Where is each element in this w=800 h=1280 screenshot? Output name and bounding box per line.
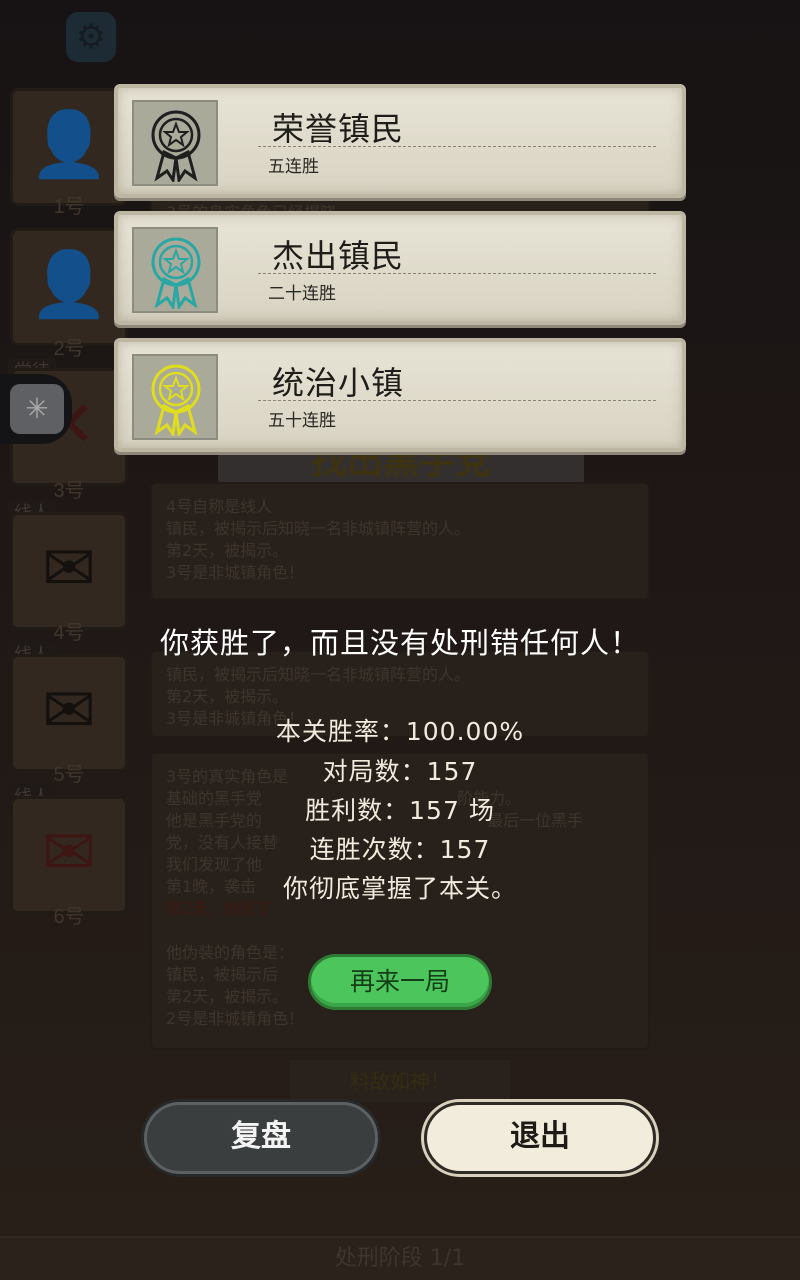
streak-stat: 连胜次数：157 (309, 835, 491, 864)
achievement-title: 统治小镇 (272, 364, 405, 402)
achievement-desc: 五连胜 (268, 157, 319, 177)
achievement-medal-frame (132, 354, 218, 440)
divider (258, 273, 656, 274)
achievement-card-2: 杰出镇民 二十连胜 (114, 211, 686, 325)
result-headline: 你获胜了，而且没有处刑错任何人！ (159, 626, 640, 660)
review-button[interactable]: 复盘 (144, 1102, 378, 1174)
medal-icon (151, 364, 201, 436)
achievement-desc: 二十连胜 (268, 284, 336, 304)
achievement-card-1: 荣誉镇民 五连胜 (114, 84, 686, 198)
play-again-button[interactable]: 再来一局 (308, 954, 492, 1010)
achievement-title: 杰出镇民 (272, 237, 405, 275)
achievement-card-3: 统治小镇 五十连胜 (114, 338, 686, 452)
mastery-text: 你彻底掌握了本关。 (282, 874, 517, 903)
achievement-medal-frame (132, 227, 218, 313)
achievement-medal-frame (132, 100, 218, 186)
wins-stat: 胜利数：157 场 (305, 796, 495, 825)
medal-icon (151, 237, 201, 309)
divider (258, 146, 656, 147)
medal-icon (151, 110, 201, 182)
divider (258, 400, 656, 401)
win-rate-stat: 本关胜率：100.00% (275, 717, 525, 746)
achievement-desc: 五十连胜 (268, 411, 336, 431)
achievement-title: 荣誉镇民 (272, 110, 405, 148)
games-stat: 对局数：157 (322, 757, 478, 786)
exit-button[interactable]: 退出 (424, 1102, 656, 1174)
